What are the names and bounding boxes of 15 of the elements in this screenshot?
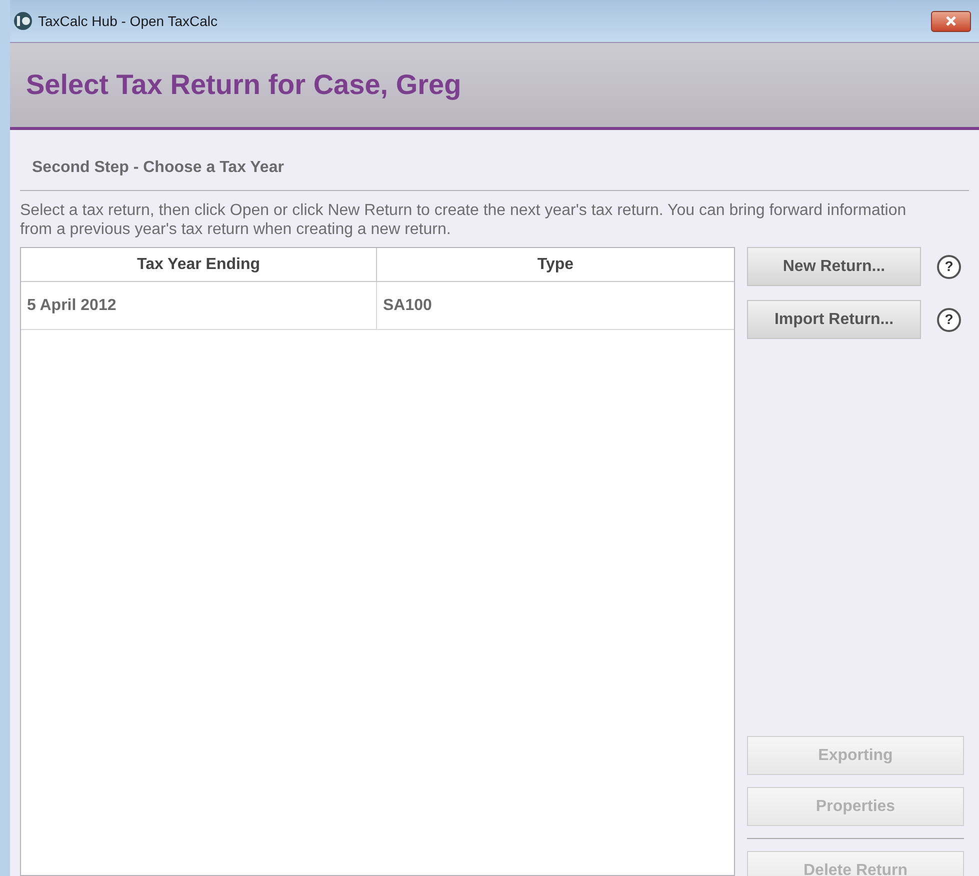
app-logo-icon bbox=[12, 11, 34, 31]
action-button[interactable]: Import Return... bbox=[747, 300, 921, 339]
close-button[interactable] bbox=[931, 10, 971, 32]
help-icon[interactable]: ? bbox=[937, 308, 961, 332]
help-icon[interactable]: ? bbox=[937, 254, 961, 278]
page-heading: Select Tax Return for Case, Greg bbox=[26, 68, 462, 102]
step-title: Second Step - Choose a Tax Year bbox=[32, 159, 284, 176]
close-icon bbox=[945, 16, 957, 26]
table-cell: 5 April 2012 bbox=[21, 282, 377, 329]
window-title: TaxCalc Hub - Open TaxCalc bbox=[38, 12, 218, 31]
instructions-text: Select a tax return, then click Open or click New Return to create the next year's tax return. You can bring forward information from a previous year's tax return when creating a new return. bbox=[20, 201, 908, 239]
column-header[interactable]: Tax Year Ending bbox=[21, 248, 377, 281]
action-button[interactable]: New Return... bbox=[747, 247, 921, 286]
column-header[interactable]: Type bbox=[377, 248, 734, 281]
table-cell-text: SA100 bbox=[382, 296, 433, 316]
